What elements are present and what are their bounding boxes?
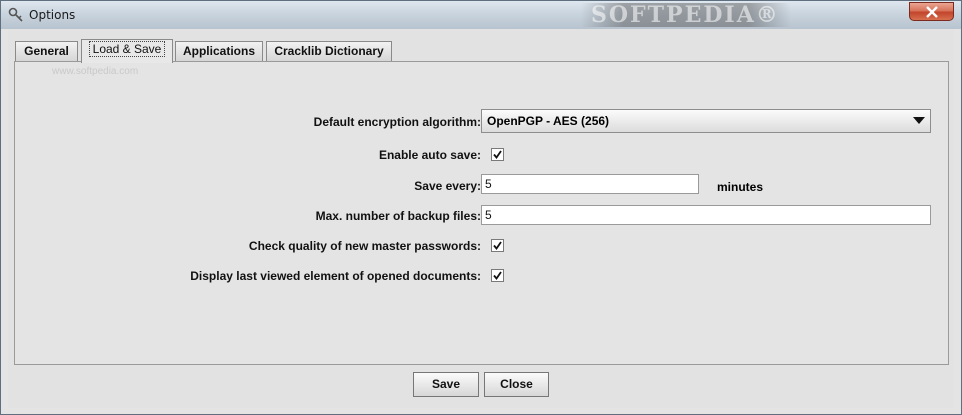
save-every-input[interactable]: 5 (481, 174, 699, 194)
save-every-label: Save every: (414, 179, 481, 193)
last-viewed-label: Display last viewed element of opened do… (190, 269, 481, 283)
checkmark-icon (493, 241, 502, 250)
backup-label: Max. number of backup files: (315, 209, 481, 223)
quality-checkbox[interactable] (491, 239, 504, 252)
encryption-value: OpenPGP - AES (256) (487, 114, 610, 128)
close-icon (926, 6, 938, 18)
save-button[interactable]: Save (413, 372, 479, 397)
tab-applications[interactable]: Applications (175, 41, 263, 61)
checkmark-icon (493, 150, 502, 159)
close-button[interactable]: Close (484, 372, 549, 397)
title-bar[interactable]: SOFTPEDIA® Options (1, 1, 961, 29)
minutes-label: minutes (717, 180, 764, 194)
autosave-label: Enable auto save: (378, 148, 481, 162)
backup-files-input[interactable]: 5 (481, 205, 931, 225)
tab-cracklib-dictionary[interactable]: Cracklib Dictionary (266, 41, 392, 61)
load-save-panel: www.softpedia.com Default encryption alg… (14, 61, 949, 365)
chevron-down-icon (913, 117, 925, 124)
options-content: General Load & Save Applications Crackli… (8, 29, 954, 408)
autosave-checkbox[interactable] (491, 148, 504, 161)
quality-label: Check quality of new master passwords: (248, 239, 481, 253)
tab-load-save-label: Load & Save (88, 41, 166, 57)
tab-general[interactable]: General (15, 41, 78, 61)
key-icon (8, 7, 23, 22)
panel-watermark: www.softpedia.com (52, 66, 139, 77)
window-title: Options (29, 8, 76, 22)
encryption-select[interactable]: OpenPGP - AES (256) (481, 109, 931, 133)
options-window: SOFTPEDIA® Options General Load & Save A… (0, 0, 962, 415)
checkmark-icon (493, 271, 502, 280)
last-viewed-checkbox[interactable] (491, 269, 504, 282)
encryption-label: Default encryption algorithm: (313, 115, 481, 129)
close-window-button[interactable] (909, 2, 954, 21)
tab-load-save[interactable]: Load & Save (81, 39, 173, 63)
softpedia-watermark: SOFTPEDIA® (581, 3, 791, 27)
